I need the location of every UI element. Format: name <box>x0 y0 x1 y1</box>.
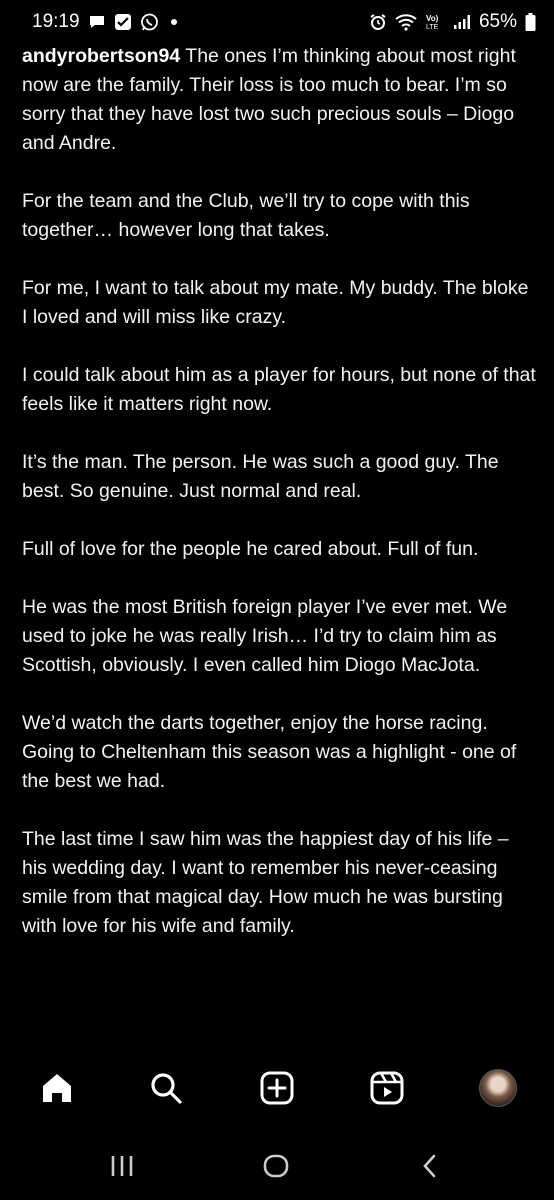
search-icon[interactable] <box>146 1068 186 1108</box>
bottom-nav <box>0 1050 554 1130</box>
check-box-icon <box>114 13 132 31</box>
battery-percentage: 65% <box>478 11 517 32</box>
alarm-icon <box>369 13 387 31</box>
caption-paragraph: The last time I saw him was the happiest… <box>22 828 509 937</box>
reels-icon[interactable] <box>367 1068 407 1108</box>
chat-icon <box>88 13 106 31</box>
caption-paragraph: He was the most British foreign player I… <box>22 596 508 676</box>
status-bar: 19:19 Vo) LTE 65% <box>0 0 554 44</box>
system-nav <box>0 1130 554 1200</box>
battery-icon <box>525 13 536 31</box>
svg-text:LTE: LTE <box>426 24 439 31</box>
signal-icon <box>453 13 471 31</box>
avatar <box>479 1069 517 1107</box>
home-circle-icon[interactable] <box>256 1148 296 1184</box>
caption-paragraph: For me, I want to talk about my mate. My… <box>22 277 529 328</box>
status-right: Vo) LTE 65% <box>369 11 536 33</box>
notification-dot-icon <box>170 19 177 25</box>
caption-paragraph: andyrobertson94 The ones I’m thinking ab… <box>22 42 537 158</box>
volte-icon: Vo) LTE <box>425 13 445 31</box>
whatsapp-icon <box>140 13 159 32</box>
clock: 19:19 <box>32 11 80 32</box>
back-icon[interactable] <box>410 1148 450 1184</box>
caption-paragraph: It’s the man. The person. He was such a … <box>22 451 499 502</box>
wifi-icon <box>395 13 417 31</box>
caption-paragraph: We’d watch the darts together, enjoy the… <box>22 712 517 792</box>
caption-paragraph: I could talk about him as a player for h… <box>22 364 536 415</box>
caption-paragraph: Full of love for the people he cared abo… <box>22 538 479 560</box>
profile-avatar[interactable] <box>478 1068 518 1108</box>
recent-apps-icon[interactable] <box>102 1148 142 1184</box>
caption-paragraph: For the team and the Club, we’ll try to … <box>22 190 470 241</box>
create-icon[interactable] <box>257 1068 297 1108</box>
status-left: 19:19 <box>32 11 177 33</box>
username-link[interactable]: andyrobertson94 <box>22 45 180 67</box>
svg-text:Vo): Vo) <box>426 14 439 23</box>
home-icon[interactable] <box>37 1068 77 1108</box>
post-caption: andyrobertson94 The ones I’m thinking ab… <box>22 42 537 970</box>
